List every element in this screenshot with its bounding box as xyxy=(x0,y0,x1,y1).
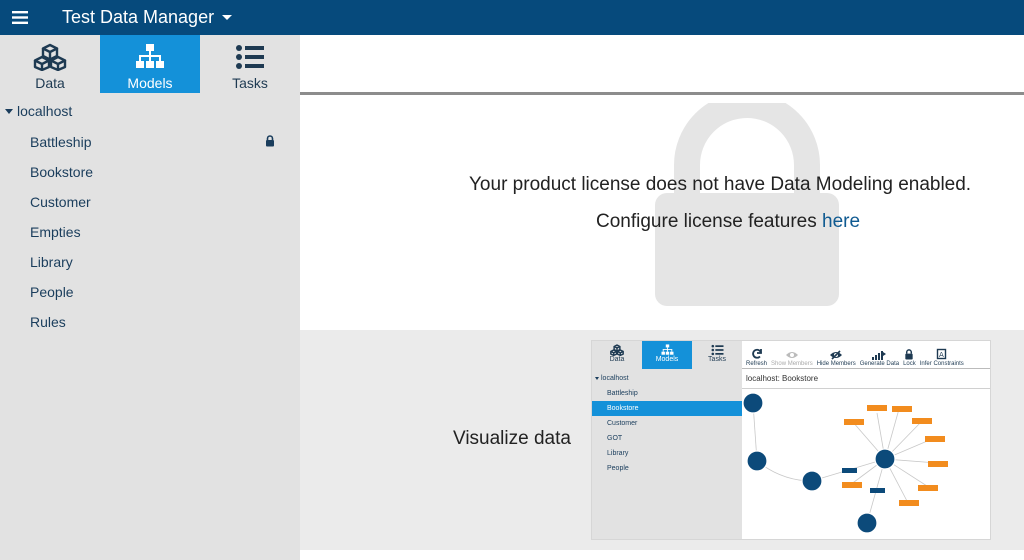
tree-item-label: Rules xyxy=(30,314,66,330)
list-icon xyxy=(711,344,723,356)
preview-tool-label: Refresh xyxy=(746,361,768,367)
configure-link[interactable]: here xyxy=(822,211,860,232)
preview-tree-item: Battleship xyxy=(607,390,638,397)
svg-text:A: A xyxy=(939,351,944,359)
preview-sidebar: Data Models Tasks localhost Battleship B… xyxy=(592,341,742,539)
preview-tool-label: Generate Data xyxy=(859,361,900,367)
expand-triangle-icon xyxy=(595,377,599,380)
sidebar: Data Models Tasks localhost Battleship B… xyxy=(0,35,300,560)
preview-tool-label: Infer Constraints xyxy=(919,361,964,367)
configure-text: Configure license features xyxy=(596,211,823,232)
tree-item-label: Library xyxy=(30,254,73,270)
preview-tree-item: GOT xyxy=(607,435,623,442)
preview-tool-label: Lock xyxy=(903,361,916,367)
preview-toolbar: Refresh Show Members Hide Members Genera… xyxy=(742,341,990,369)
preview-tab-data: Data xyxy=(592,341,642,369)
app-title: Test Data Manager xyxy=(62,7,215,27)
preview-breadcrumb: localhost: Bookstore xyxy=(742,369,990,389)
tree-item-label: People xyxy=(30,284,74,300)
preview-tree-item: Customer xyxy=(607,420,638,427)
preview-tool-refresh: Refresh xyxy=(746,348,767,367)
preview-tool-generate-data: Generate Data xyxy=(860,349,899,367)
divider xyxy=(300,92,1024,95)
cubes-icon xyxy=(33,43,67,71)
preview-tree-item-selected: Bookstore xyxy=(592,401,742,416)
tree-item-library[interactable]: Library xyxy=(0,247,300,277)
preview-tool-show-members: Show Members xyxy=(771,350,813,367)
tree-root-label: localhost xyxy=(17,103,73,119)
tab-models-label: Models xyxy=(127,75,173,91)
sitemap-icon xyxy=(136,44,164,68)
preview-tool-lock: Lock xyxy=(903,349,916,367)
eye-icon xyxy=(785,352,798,358)
preview-tab-tasks: Tasks xyxy=(692,341,742,369)
preview-tool-infer-constraints: A Infer Constraints xyxy=(920,348,964,367)
sidebar-tabs: Data Models Tasks xyxy=(0,35,300,93)
preview-tree-item: People xyxy=(607,465,629,472)
visualize-panel: Visualize data Data Models Tasks localho… xyxy=(300,330,1024,550)
preview-screenshot: Data Models Tasks localhost Battleship B… xyxy=(591,340,991,540)
generate-data-icon xyxy=(872,351,887,360)
preview-tool-hide-members: Hide Members xyxy=(817,350,856,367)
tree-item-empties[interactable]: Empties xyxy=(0,217,300,247)
app-title-dropdown[interactable]: Test Data Manager xyxy=(62,7,233,28)
preview-tree-item: Library xyxy=(607,450,629,457)
caret-down-icon xyxy=(222,15,233,20)
tree-item-bookstore[interactable]: Bookstore xyxy=(0,157,300,187)
list-icon xyxy=(236,45,264,69)
tree-item-label: Bookstore xyxy=(30,164,94,180)
preview-tab-label: Data xyxy=(609,356,625,363)
tab-tasks-label: Tasks xyxy=(232,75,268,91)
preview-graph xyxy=(742,392,948,534)
preview-tool-label: Hide Members xyxy=(816,361,856,367)
preview-main: Refresh Show Members Hide Members Genera… xyxy=(742,341,990,539)
eye-slash-icon xyxy=(830,350,843,360)
tree-item-people[interactable]: People xyxy=(0,277,300,307)
configure-message: Configure license features here xyxy=(596,211,860,233)
tree-item-label: Empties xyxy=(30,224,81,240)
tree-root-localhost[interactable]: localhost xyxy=(0,95,300,127)
menu-icon[interactable] xyxy=(0,0,40,35)
tab-data-label: Data xyxy=(35,75,65,91)
preview-tab-label: Models xyxy=(655,356,679,363)
top-bar: Test Data Manager xyxy=(0,0,1024,35)
refresh-icon xyxy=(751,348,762,359)
license-message: Your product license does not have Data … xyxy=(469,174,972,195)
tree-item-label: Customer xyxy=(30,194,91,210)
expand-triangle-icon xyxy=(5,108,13,114)
lock-watermark-icon xyxy=(655,103,839,306)
lock-icon xyxy=(905,349,914,360)
lock-icon xyxy=(266,135,274,147)
preview-tabs: Data Models Tasks xyxy=(592,341,742,369)
preview-tab-models: Models xyxy=(642,341,692,369)
tree-item-battleship[interactable]: Battleship xyxy=(0,127,300,157)
preview-tree-root: localhost xyxy=(592,371,742,386)
tab-tasks[interactable]: Tasks xyxy=(200,35,300,93)
preview-root-label: localhost xyxy=(601,375,629,382)
tab-models[interactable]: Models xyxy=(100,35,200,93)
visualize-label: Visualize data xyxy=(453,428,571,449)
infer-constraints-icon: A xyxy=(936,348,946,360)
tree-item-label: Battleship xyxy=(30,134,92,150)
sitemap-icon xyxy=(661,344,673,355)
tree-item-rules[interactable]: Rules xyxy=(0,307,300,337)
main-content: Your product license does not have Data … xyxy=(300,35,1024,560)
preview-tab-label: Tasks xyxy=(708,356,726,363)
cubes-icon xyxy=(610,344,624,356)
preview-tool-label: Show Members xyxy=(771,361,813,367)
tree-item-customer[interactable]: Customer xyxy=(0,187,300,217)
tab-data[interactable]: Data xyxy=(0,35,100,93)
